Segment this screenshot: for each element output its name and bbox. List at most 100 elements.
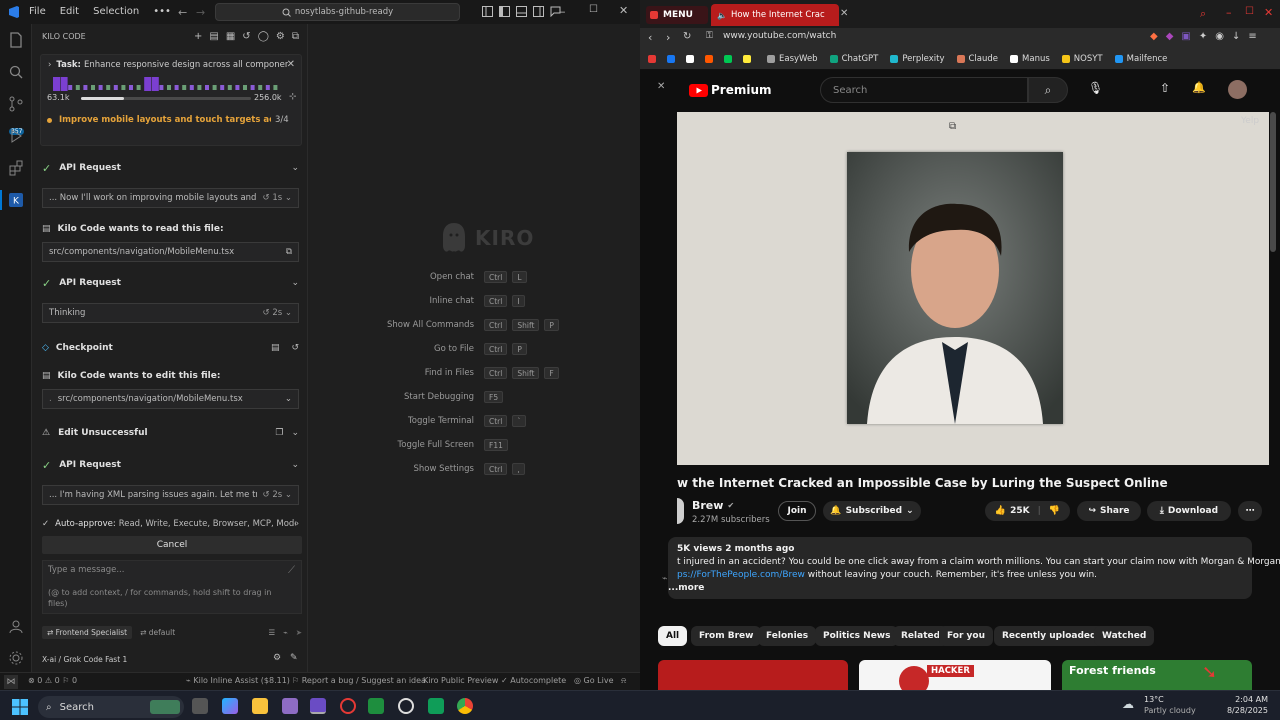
forward-arrow-icon[interactable]: → xyxy=(196,6,205,19)
filter-chip[interactable]: Recently uploaded xyxy=(994,626,1105,646)
filter-chip[interactable]: From Brew xyxy=(691,626,762,646)
windows-start-icon[interactable] xyxy=(12,699,28,715)
collapse-chevron-icon[interactable]: › xyxy=(48,60,51,70)
download-icon[interactable]: ↓ xyxy=(1232,31,1240,42)
youtube-search-button[interactable]: ⌕ xyxy=(1028,77,1068,103)
more-actions-icon[interactable]: ⋯ xyxy=(1238,501,1262,521)
status-inline-assist[interactable]: ⌁ Kilo Inline Assist ($8.11) xyxy=(186,676,290,685)
thinking-box[interactable]: Thinking ↺ 2s ⌄ xyxy=(42,303,299,323)
related-thumbnail-1[interactable] xyxy=(658,660,848,690)
settings-icon[interactable]: ⚙ xyxy=(276,31,285,42)
command-center-search[interactable]: nosytlabs-github-ready xyxy=(215,3,460,21)
video-player[interactable]: ⧉ Yelp xyxy=(677,112,1269,465)
shortcut-row[interactable]: Show All Commands Ctrl Shift P xyxy=(369,318,609,332)
send-icon[interactable]: ➤ xyxy=(296,628,302,637)
site-info-icon[interactable]: ⚿ xyxy=(706,31,713,41)
share-button[interactable]: ↪ Share xyxy=(1077,501,1141,521)
back-arrow-icon[interactable]: ‹ xyxy=(648,31,652,44)
download-button[interactable]: ⤓ Download xyxy=(1147,501,1231,521)
tab-close-icon[interactable]: ✕ xyxy=(840,8,848,19)
description-link[interactable]: ps://ForThePeople.com/Brew xyxy=(677,570,805,580)
status-go-live[interactable]: ◎ Go Live xyxy=(574,676,614,685)
model-settings-icon[interactable]: ⚙ xyxy=(273,653,281,663)
notifications-icon[interactable]: 🔔 xyxy=(1192,81,1206,94)
close-sidebar-icon[interactable]: ✕ xyxy=(657,81,665,92)
open-external-icon[interactable]: ⧉ xyxy=(286,247,292,257)
edit-unsuccessful-row[interactable]: ⚠ Edit Unsuccessful ❐ ⌄ xyxy=(42,426,299,440)
layout-icon[interactable] xyxy=(482,6,493,17)
account-icon[interactable] xyxy=(8,618,24,634)
bookmark-easyweb[interactable]: EasyWeb xyxy=(767,54,818,64)
youtube-logo[interactable]: Premium xyxy=(689,83,772,97)
bookmark-mailfence[interactable]: Mailfence xyxy=(1114,54,1167,64)
github-icon[interactable] xyxy=(398,698,414,714)
extensions-puzzle-icon[interactable]: ✦ xyxy=(1199,31,1207,42)
bookmark-claude[interactable]: Claude xyxy=(956,54,998,64)
shortcut-row[interactable]: Go to File Ctrl P xyxy=(369,342,609,356)
bookmark-shortcut-icon[interactable] xyxy=(686,54,694,63)
message-input[interactable]: Type a message... ⟋ (@ to add context, /… xyxy=(42,560,302,614)
search-icon[interactable]: ⌕ xyxy=(1200,7,1206,21)
voice-search-icon[interactable]: 🎙 xyxy=(1088,81,1103,95)
page-scrollbar[interactable] xyxy=(1270,112,1276,252)
remote-icon[interactable]: ⋈ xyxy=(4,675,18,689)
new-task-icon[interactable]: + xyxy=(194,31,202,42)
extensions-icon[interactable] xyxy=(8,160,24,176)
avatar[interactable] xyxy=(1228,80,1247,99)
filter-chip[interactable]: Watched xyxy=(1094,626,1155,646)
menu-selection[interactable]: Selection xyxy=(93,6,139,17)
extension-box-icon[interactable]: ▣ xyxy=(1181,31,1190,42)
shortcut-row[interactable]: Show Settings Ctrl, xyxy=(369,462,609,476)
description-box[interactable]: 5K views 2 months ago t injured in an ac… xyxy=(668,537,1280,599)
condense-icon[interactable]: ⊹ xyxy=(289,92,297,102)
show-more-link[interactable]: ...more xyxy=(668,583,704,593)
close-task-icon[interactable]: ✕ xyxy=(287,59,295,70)
todo-row[interactable]: Improve mobile layouts and touch targets… xyxy=(47,115,295,125)
status-autocomplete[interactable]: ✓ Autocomplete xyxy=(501,676,566,685)
menu-file[interactable]: File xyxy=(29,6,46,17)
status-kiro-preview[interactable]: Kiro Public Preview xyxy=(423,676,498,685)
sidebar-scrollbar[interactable] xyxy=(307,464,308,504)
shortcut-row[interactable]: Toggle Full Screen F11 xyxy=(369,438,609,452)
bookmark-shortcut-icon[interactable] xyxy=(724,54,732,63)
explorer-icon[interactable] xyxy=(8,32,24,48)
api-response-box-1[interactable]: ... Now I'll work on improving mobile la… xyxy=(42,188,299,208)
sheets-icon[interactable] xyxy=(428,698,444,714)
upload-icon[interactable]: ⇧ xyxy=(1160,81,1170,95)
chevron-down-icon[interactable]: ⌄ xyxy=(291,278,299,288)
cancel-button[interactable]: Cancel xyxy=(42,536,302,554)
kilo-code-icon[interactable]: K xyxy=(8,192,24,208)
edit-file-path[interactable]: . src/components/navigation/MobileMenu.t… xyxy=(42,389,299,409)
extension-pen-icon[interactable]: ◆ xyxy=(1166,31,1174,42)
bookmark-shortcut-icon[interactable] xyxy=(648,54,656,63)
bookmark-shortcut-icon[interactable] xyxy=(743,54,751,63)
menu-edit[interactable]: Edit xyxy=(60,6,79,17)
source-control-icon[interactable] xyxy=(8,96,24,112)
dislike-icon[interactable]: 👎 xyxy=(1049,506,1060,516)
toggle-sidebar-icon[interactable] xyxy=(499,6,510,17)
maximize-button[interactable]: ☐ xyxy=(589,4,598,15)
like-icon[interactable]: 👍 xyxy=(995,506,1006,516)
attach-icon[interactable]: ⌁ xyxy=(283,628,288,637)
view-diff-icon[interactable]: ▤ xyxy=(271,343,280,353)
stack-icon[interactable]: ☰ xyxy=(268,628,275,637)
profile-icon[interactable]: ◯ xyxy=(258,31,269,42)
mode-selector[interactable]: ⇄ Frontend Specialist xyxy=(42,625,133,639)
opera-icon[interactable] xyxy=(340,698,356,714)
terminal-icon[interactable] xyxy=(368,698,384,714)
toggle-panel-icon[interactable] xyxy=(516,6,527,17)
api-request-row-1[interactable]: ✓ API Request ⌄ xyxy=(42,161,299,175)
minimize-button[interactable]: – xyxy=(560,5,566,18)
back-arrow-icon[interactable]: ← xyxy=(178,6,187,19)
popout-icon[interactable]: ⧉ xyxy=(292,31,299,42)
chevron-down-icon[interactable]: ⌄ xyxy=(291,460,299,470)
file-explorer-icon[interactable] xyxy=(252,698,268,714)
chevron-down-icon[interactable]: ⌄ xyxy=(291,163,299,173)
browser-menu-icon[interactable]: ≡ xyxy=(1248,31,1256,42)
join-button[interactable]: Join xyxy=(778,501,816,521)
checkbox-icon[interactable]: ✓ xyxy=(42,519,49,529)
channel-name[interactable]: Brew xyxy=(692,499,723,512)
miniplayer-icon[interactable]: ⧉ xyxy=(949,121,956,132)
run-debug-icon[interactable] xyxy=(8,128,24,144)
menu-tab[interactable]: MENU xyxy=(646,6,708,24)
